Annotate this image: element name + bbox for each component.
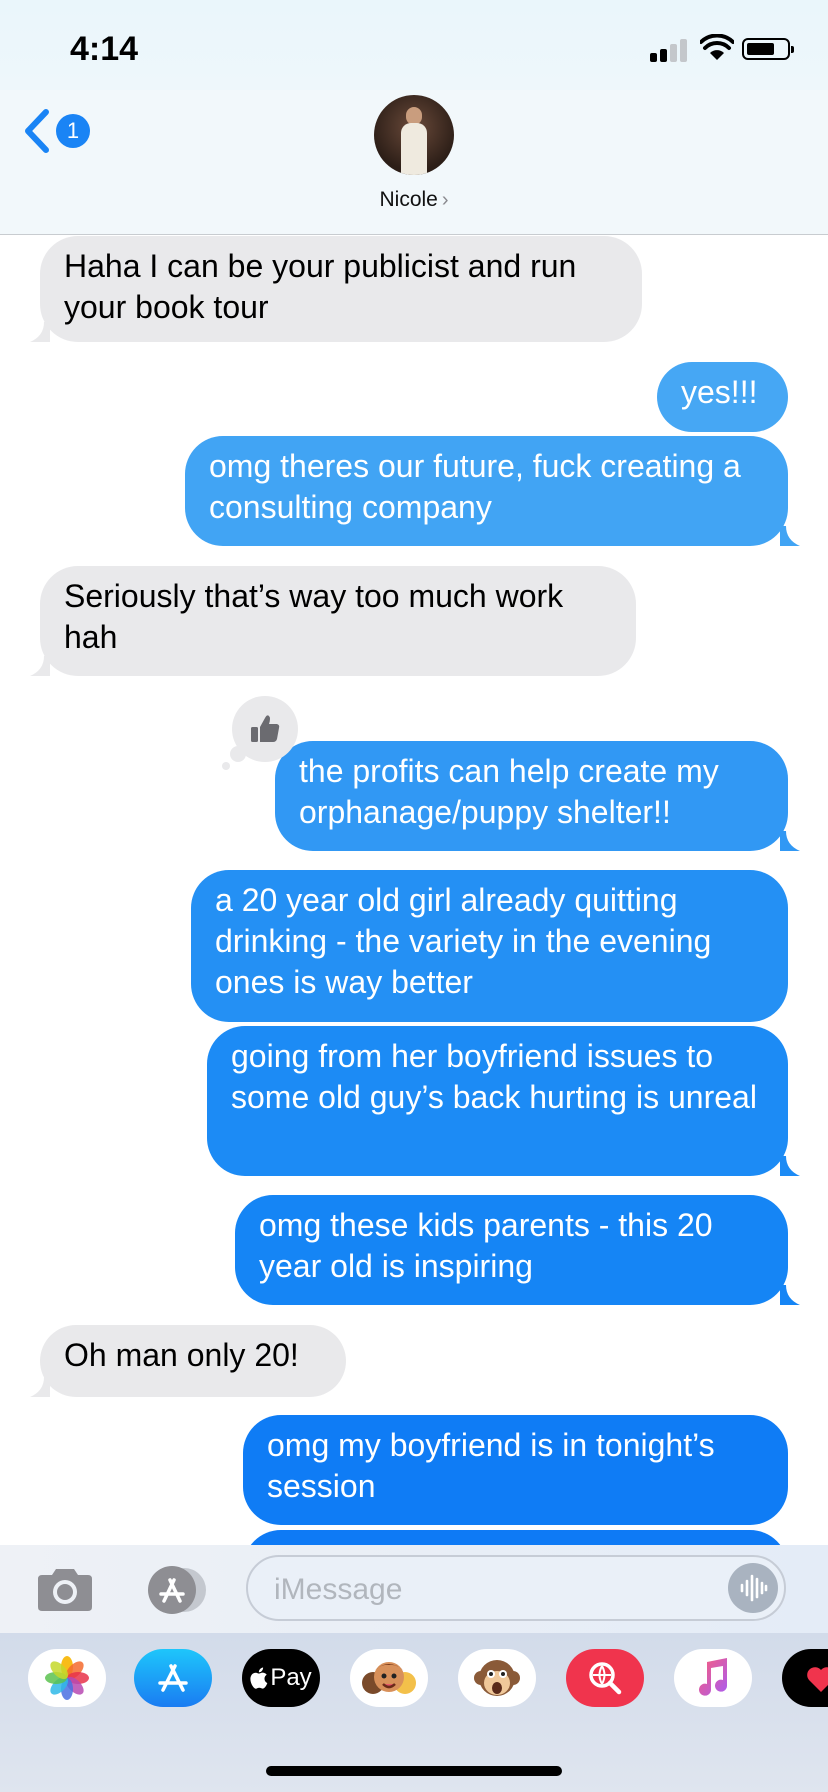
- audio-message-button[interactable]: [728, 1563, 778, 1613]
- contact-name[interactable]: Nicole ›: [0, 188, 828, 212]
- tapback-bubble-dot: [222, 762, 230, 770]
- message-field[interactable]: [246, 1555, 786, 1621]
- message-input-bar: [0, 1545, 828, 1633]
- apple-logo-icon: [250, 1667, 268, 1689]
- waveform-icon: [740, 1574, 768, 1602]
- back-button[interactable]: 1: [22, 106, 90, 156]
- bubble-tail: [30, 322, 50, 342]
- conversation-header: 1 Nicole ›: [0, 90, 828, 235]
- message-bubble-outgoing[interactable]: going from her boyfriend issues to some …: [207, 1026, 788, 1176]
- message-text: yes!!!: [681, 374, 758, 410]
- digital-touch-app-icon[interactable]: [782, 1649, 828, 1707]
- tapback-reaction[interactable]: [232, 696, 298, 762]
- status-time: 4:14: [70, 30, 139, 68]
- wifi-icon: [700, 34, 734, 60]
- apple-pay-app-icon[interactable]: Pay: [242, 1649, 320, 1707]
- message-text: omg my boyfriend is in tonight’s session: [267, 1427, 715, 1504]
- message-text: Seriously that’s way too much work hah: [64, 578, 564, 655]
- message-text: Haha I can be your publicist and run you…: [64, 248, 577, 325]
- message-bubble-outgoing[interactable]: a 20 year old girl already quitting drin…: [191, 870, 788, 1022]
- chevron-right-icon: ›: [441, 189, 449, 211]
- message-bubble-incoming[interactable]: Oh man only 20!: [40, 1325, 346, 1397]
- unread-count-badge: 1: [56, 114, 90, 148]
- imessage-app-drawer: Pay: [0, 1633, 828, 1792]
- cellular-signal-icon: [650, 38, 692, 62]
- bubble-tail: [780, 1156, 800, 1176]
- web-images-search-app-icon[interactable]: [566, 1649, 644, 1707]
- message-bubble-outgoing[interactable]: omg these kids parents - this 20 year ol…: [235, 1195, 788, 1305]
- message-text: going from her boyfriend issues to some …: [231, 1038, 757, 1115]
- bubble-tail: [30, 656, 50, 676]
- bubble-tail: [780, 831, 800, 851]
- message-bubble-outgoing[interactable]: omg my boyfriend is in tonight’s session: [243, 1415, 788, 1525]
- bubble-tail: [780, 526, 800, 546]
- thumbs-up-icon: [251, 715, 280, 742]
- contact-avatar[interactable]: [374, 95, 454, 175]
- camera-icon[interactable]: [34, 1567, 96, 1613]
- message-text: omg these kids parents - this 20 year ol…: [259, 1207, 713, 1284]
- message-bubble-outgoing[interactable]: the profits can help create my orphanage…: [275, 741, 788, 851]
- apple-pay-label: Pay: [270, 1664, 312, 1691]
- memoji-app-icon[interactable]: [350, 1649, 428, 1707]
- message-text: omg theres our future, fuck creating a c…: [209, 448, 741, 525]
- message-text: a 20 year old girl already quitting drin…: [215, 882, 712, 1000]
- message-bubble-incoming[interactable]: Haha I can be your publicist and run you…: [40, 236, 642, 342]
- message-text: the profits can help create my orphanage…: [299, 753, 719, 830]
- music-app-icon[interactable]: [674, 1649, 752, 1707]
- message-text: Oh man only 20!: [64, 1337, 299, 1373]
- app-store-app-icon[interactable]: [134, 1649, 212, 1707]
- photos-app-icon[interactable]: [28, 1649, 106, 1707]
- bubble-tail: [30, 1377, 50, 1397]
- message-bubble-incoming[interactable]: Seriously that’s way too much work hah: [40, 566, 636, 676]
- imessage-input[interactable]: [272, 1567, 696, 1613]
- contact-name-label: Nicole: [379, 188, 438, 211]
- message-bubble-outgoing[interactable]: yes!!!: [657, 362, 788, 432]
- status-bar: 4:14: [0, 0, 828, 90]
- message-bubble-outgoing[interactable]: omg theres our future, fuck creating a c…: [185, 436, 788, 546]
- battery-icon: [742, 38, 794, 60]
- animoji-app-icon[interactable]: [458, 1649, 536, 1707]
- app-store-button-icon[interactable]: [140, 1565, 210, 1615]
- home-indicator[interactable]: [266, 1766, 562, 1776]
- bubble-tail: [780, 1285, 800, 1305]
- chevron-left-icon: [25, 109, 49, 153]
